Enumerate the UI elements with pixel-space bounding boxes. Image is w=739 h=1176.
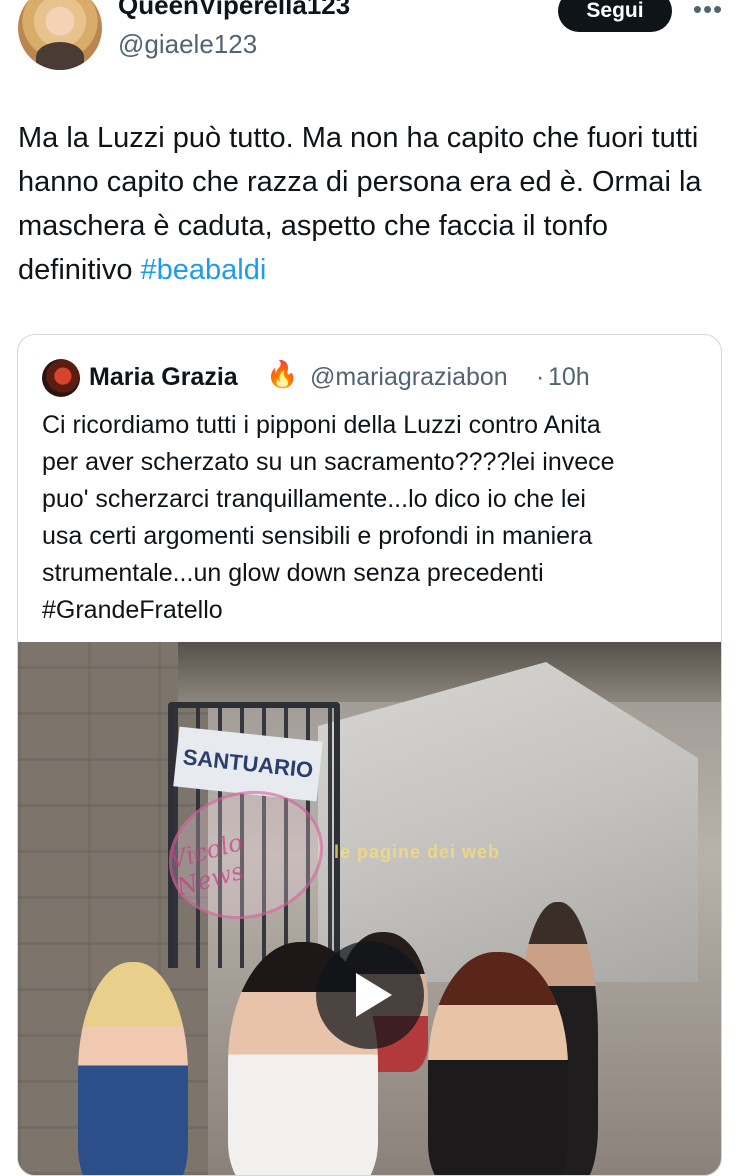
author-display-name[interactable]: QueenViperella123 — [118, 0, 350, 21]
watermark-text: le pagine dei web — [334, 842, 501, 862]
follow-button[interactable]: Segui — [558, 0, 672, 32]
quoted-text-line: #GrandeFratello — [42, 596, 223, 624]
quoted-author-name[interactable]: Maria Grazia — [89, 363, 238, 392]
tweet-body: Ma la Luzzi può tutto. Ma non ha capito … — [18, 122, 702, 286]
person-figure — [428, 952, 568, 1175]
quoted-text: Ci ricordiamo tutti i pipponi della Luzz… — [42, 407, 712, 629]
fire-emoji-icon: 🔥 — [266, 359, 299, 389]
video-thumbnail[interactable]: SANTUARIO Vicolo News le pagine dei web — [18, 642, 721, 1175]
more-icon[interactable]: ••• — [690, 0, 726, 24]
quoted-text-line: per aver scherzato su un sacramento????l… — [42, 448, 615, 476]
quoted-text-line: puo' scherzarci tranquillamente...lo dic… — [42, 485, 586, 513]
quoted-author-avatar[interactable] — [42, 359, 80, 397]
hashtag-link[interactable]: #beabaldi — [141, 254, 267, 286]
tweet-text: Ma la Luzzi può tutto. Ma non ha capito … — [18, 116, 723, 292]
quoted-author-handle[interactable]: @mariagraziabon — [310, 363, 508, 392]
tweet-header: QueenViperella123 @giaele123 Segui ••• — [0, 0, 739, 80]
quoted-timestamp[interactable]: 10h — [548, 363, 590, 392]
quoted-text-line: Ci ricordiamo tutti i pipponi della Luzz… — [42, 411, 601, 439]
quoted-text-line: strumentale...un glow down senza precede… — [42, 559, 544, 587]
separator-dot: · — [536, 363, 545, 391]
author-handle[interactable]: @giaele123 — [118, 29, 257, 60]
play-icon[interactable] — [316, 941, 424, 1049]
person-figure — [78, 962, 188, 1175]
quoted-tweet[interactable]: Maria Grazia 🔥 @mariagraziabon · 10h Ci … — [17, 334, 722, 1176]
quoted-text-line: usa certi argomenti sensibili e profondi… — [42, 522, 593, 550]
author-avatar[interactable] — [18, 0, 102, 70]
